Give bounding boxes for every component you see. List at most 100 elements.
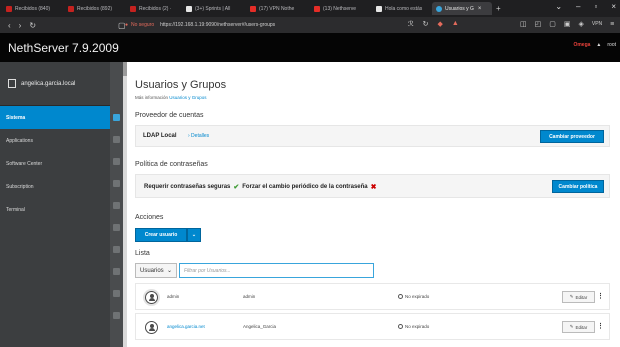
- back-icon[interactable]: ‹: [8, 21, 11, 30]
- sidebar: angelica.garcia.local Sistema Applicatio…: [0, 62, 123, 347]
- user-icon: [145, 321, 158, 334]
- server-icon: [8, 79, 16, 88]
- translate-icon[interactable]: ℛ: [408, 20, 414, 28]
- sidebar-icon[interactable]: ◫: [520, 20, 527, 28]
- rail-icon[interactable]: [113, 180, 120, 187]
- rail-icon[interactable]: [113, 202, 120, 209]
- username: admin: [167, 294, 180, 299]
- wallet-icon[interactable]: ▣: [564, 20, 571, 28]
- pencil-icon: ✎: [569, 294, 574, 299]
- create-user-button[interactable]: Crear usuario: [135, 228, 187, 242]
- username[interactable]: angelica.garcia.net: [167, 324, 205, 329]
- policy-summary: Requerir contraseñas seguras ✔ Forzar el…: [144, 183, 377, 191]
- host-name: angelica.garcia.local: [21, 80, 76, 87]
- user-menu[interactable]: root: [607, 42, 616, 48]
- refresh-page-icon[interactable]: ↻: [423, 20, 429, 28]
- browser-tab[interactable]: (17) VPN Nothe: [246, 2, 310, 15]
- rail-icon[interactable]: [113, 114, 120, 121]
- check-icon: ✔: [233, 184, 240, 191]
- rail-icon[interactable]: [113, 246, 120, 253]
- gmail-icon: [130, 5, 136, 12]
- password-policy-panel: Requerir contraseñas seguras ✔ Forzar el…: [135, 174, 610, 198]
- accounts-provider-panel: LDAP Local › Detalles Cambiar proveedor: [135, 125, 610, 147]
- reload-icon[interactable]: ↻: [29, 21, 36, 30]
- nethserver-icon: [436, 5, 442, 12]
- header-right: Omega ▲ root: [573, 42, 616, 48]
- brand-title: NethServer 7.9.2009: [8, 40, 119, 55]
- page-title: Usuarios y Grupos: [135, 79, 227, 91]
- rail-icon[interactable]: [113, 158, 120, 165]
- create-user-split-button: Crear usuario ⌄: [135, 228, 201, 242]
- address-bar: ‹ › ↻ ▢ No seguro https://192.168.1.19:9…: [0, 17, 620, 33]
- extensions-icon[interactable]: ◈: [579, 20, 584, 28]
- expiry-status: No expirado: [398, 324, 429, 329]
- tabs-icon[interactable]: ▢: [549, 20, 556, 28]
- accounts-provider-title: Proveedor de cuentas: [135, 112, 204, 119]
- sidebar-item-applications[interactable]: Applications: [0, 129, 123, 152]
- close-window-icon[interactable]: ×: [611, 2, 616, 11]
- filter-type-select[interactable]: Usuarios ⌄: [135, 263, 177, 278]
- more-info-link[interactable]: Usuarios y Grupos: [169, 95, 206, 100]
- edit-button[interactable]: ✎ Editar: [562, 321, 595, 333]
- vpn-button[interactable]: VPN: [592, 21, 602, 27]
- forward-icon[interactable]: ›: [19, 21, 22, 30]
- filter-input[interactable]: Filtrar por Usuarios...: [179, 263, 374, 278]
- rail-icon[interactable]: [113, 136, 120, 143]
- provider-details-link[interactable]: › Detalles: [188, 133, 209, 139]
- close-tab-icon[interactable]: ×: [478, 6, 482, 12]
- browser-tab[interactable]: Recibidos (840): [2, 2, 64, 15]
- sidebar-item-subscription[interactable]: Subscription: [0, 175, 123, 198]
- security-warning[interactable]: No seguro: [125, 22, 154, 28]
- url-field[interactable]: No seguro https://192.168.1.19:9090/neth…: [125, 19, 425, 31]
- browser-tab[interactable]: Recibidos (2) ·: [126, 2, 182, 15]
- list-title: Lista: [135, 250, 150, 257]
- app-header: NethServer 7.9.2009 Omega ▲ root: [0, 33, 620, 62]
- rail-icon[interactable]: [113, 268, 120, 275]
- gmail-icon: [6, 5, 12, 12]
- menu-icon[interactable]: ≡: [610, 21, 614, 28]
- browser-tab[interactable]: (13) Nethserve: [310, 2, 372, 15]
- minimize-icon[interactable]: –: [576, 2, 580, 11]
- chevron-down-icon[interactable]: ⌄: [187, 228, 201, 242]
- kebab-menu-icon[interactable]: ⋮: [597, 322, 604, 330]
- table-row: admin admin No expirado ✎ Editar ⋮: [135, 283, 610, 310]
- sidebar-item-terminal[interactable]: Terminal: [0, 198, 123, 221]
- address-icons: ℛ ↻ ◆ ▲: [408, 20, 459, 28]
- toolbar-icons: ◫ ◰ ▢ ▣ ◈ VPN ≡: [520, 20, 614, 29]
- kebab-menu-icon[interactable]: ⋮: [597, 292, 604, 300]
- youtube-icon: [250, 5, 256, 12]
- main-content: Usuarios y Grupos Más información Usuari…: [127, 62, 620, 347]
- notification-badge[interactable]: Omega: [573, 42, 590, 48]
- tab-search-icon[interactable]: ⌄: [555, 2, 562, 11]
- host-selector[interactable]: angelica.garcia.local: [0, 62, 123, 106]
- browser-tab[interactable]: Hola como estás: [372, 2, 432, 15]
- edit-button[interactable]: ✎ Editar: [562, 291, 595, 303]
- rail-icon[interactable]: [113, 312, 120, 319]
- actions-title: Acciones: [135, 214, 164, 221]
- expiry-status: No expirado: [398, 294, 429, 299]
- sprints-icon: [186, 5, 192, 12]
- chat-icon: [376, 5, 382, 12]
- sidebar-item-sistema[interactable]: Sistema: [0, 106, 123, 129]
- shield-icon[interactable]: ◆: [437, 20, 442, 28]
- password-policy-title: Política de contraseñas: [135, 161, 208, 168]
- change-provider-button[interactable]: Cambiar proveedor: [540, 130, 604, 143]
- filter-bar: Usuarios ⌄ Filtrar por Usuarios...: [135, 263, 374, 278]
- clock-icon: [398, 294, 403, 299]
- browser-tab-bar: Recibidos (840) Recibidos (892) Recibido…: [0, 0, 620, 17]
- new-tab-button[interactable]: +: [496, 4, 501, 13]
- rail-icon[interactable]: [113, 290, 120, 297]
- fullname: Angelica_Garcia: [243, 324, 277, 329]
- rail-icon[interactable]: [113, 224, 120, 231]
- window-controls: ⌄ – ▫ ×: [555, 2, 616, 11]
- alert-icon[interactable]: ▲: [452, 20, 459, 28]
- change-policy-button[interactable]: Cambiar política: [552, 180, 604, 193]
- more-info: Más información Usuarios y Grupos: [135, 95, 207, 100]
- bookmark-icon[interactable]: ◰: [535, 20, 542, 28]
- sidebar-item-software-center[interactable]: Software Center: [0, 152, 123, 175]
- browser-tab[interactable]: Recibidos (892): [64, 2, 126, 15]
- browser-tab[interactable]: (3+) Sprints | All: [182, 2, 246, 15]
- sub-menu-rail: [110, 62, 123, 347]
- browser-tab-active[interactable]: Usuarios y G ×: [432, 2, 492, 15]
- maximize-icon[interactable]: ▫: [594, 2, 597, 11]
